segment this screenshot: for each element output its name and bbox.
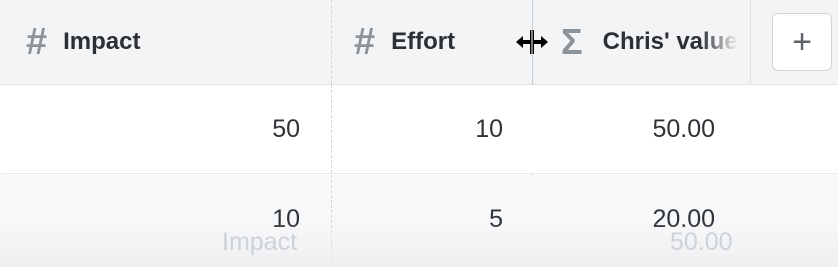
column-header-impact[interactable]: # Impact	[0, 0, 332, 84]
hash-icon: #	[26, 21, 48, 63]
hash-icon: #	[354, 21, 376, 63]
drag-ghost-value: 50.00	[670, 228, 733, 256]
header-row: # Impact # Effort Σ Chris' value +	[0, 0, 838, 85]
data-grid: # Impact # Effort Σ Chris' value + 50 10…	[0, 0, 838, 267]
column-label-impact: Impact	[63, 28, 141, 55]
plus-icon: +	[792, 23, 812, 61]
cell-impact[interactable]: 50	[0, 85, 332, 173]
column-label-effort: Effort	[391, 28, 456, 55]
table-row[interactable]: 50 10 50.00	[0, 85, 838, 174]
cell-chris-value[interactable]: 50.00	[532, 85, 750, 173]
resize-cursor-icon[interactable]	[515, 27, 549, 57]
sigma-icon: Σ	[561, 21, 583, 62]
column-label-chris-value: Chris' value	[602, 28, 738, 55]
add-column-button[interactable]: +	[772, 13, 832, 71]
column-header-effort[interactable]: # Effort	[332, 0, 532, 84]
drag-ghost-label: Impact	[222, 228, 298, 256]
add-column-cell: +	[750, 0, 838, 84]
column-header-chris-value[interactable]: Σ Chris' value	[532, 0, 750, 84]
cell-effort[interactable]: 10	[332, 85, 532, 173]
